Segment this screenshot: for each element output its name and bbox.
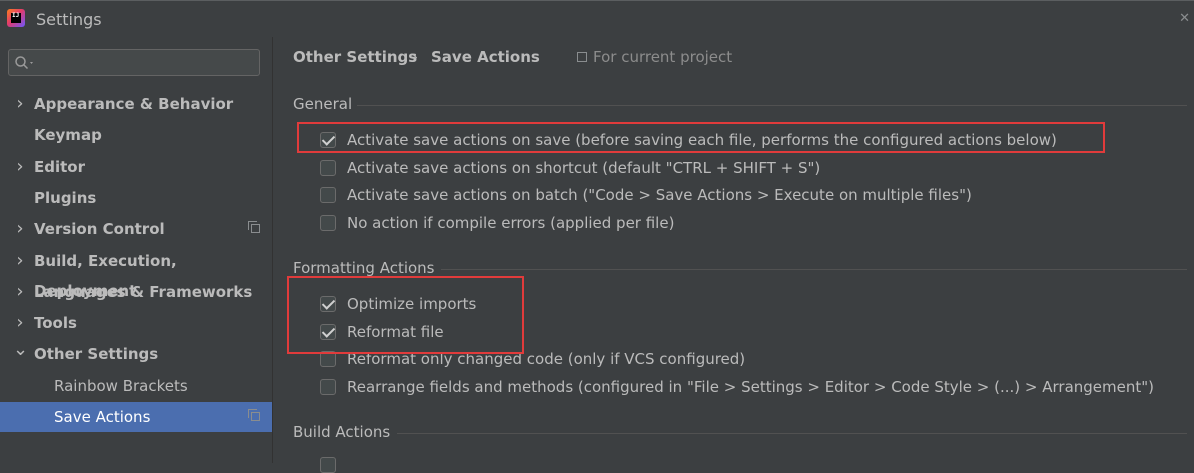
sidebar-item-appearance-behavior[interactable]: › Appearance & Behavior [0, 89, 272, 119]
settings-content: Other Settings › Save Actions For curren… [273, 37, 1194, 473]
checkbox-unchecked[interactable] [320, 159, 336, 176]
section-divider [357, 105, 1187, 106]
sidebar-item-label: Languages & Frameworks [34, 282, 253, 301]
sidebar-item-label: Plugins [34, 188, 97, 207]
sidebar-item-label: Keymap [34, 126, 102, 145]
sidebar-item-label: Rainbow Brackets [54, 376, 188, 395]
section-general-title: General [293, 95, 353, 113]
scope-label: For current project [593, 48, 733, 66]
option-label: Activate save actions on batch ("Code > … [347, 186, 972, 205]
checkbox-unchecked[interactable] [320, 215, 336, 232]
general-option-0[interactable]: Activate save actions on save (before sa… [320, 128, 1180, 152]
title-bar: IJ Settings ✕ [0, 0, 1194, 37]
project-scope-icon [577, 52, 587, 62]
section-formatting-title: Formatting Actions [293, 259, 435, 277]
sidebar-item-editor[interactable]: › Editor [0, 152, 272, 182]
project-scope-icon [248, 409, 260, 421]
window-title: Settings [36, 10, 102, 29]
chevron-right-icon[interactable]: › [13, 214, 27, 244]
general-option-1[interactable]: Activate save actions on shortcut (defau… [320, 156, 1180, 180]
chevron-right-icon[interactable]: › [13, 152, 27, 182]
search-input[interactable] [8, 49, 260, 76]
breadcrumb-separator: › [412, 48, 418, 66]
option-label: No action if compile errors (applied per… [347, 214, 675, 233]
sidebar-item-save-actions[interactable]: Save Actions [0, 402, 272, 432]
section-build-title: Build Actions [293, 423, 391, 441]
sidebar-item-label: Tools [34, 314, 77, 333]
sidebar-item-rainbow-brackets[interactable]: Rainbow Brackets [0, 371, 272, 401]
option-label: Optimize imports [347, 295, 477, 313]
section-divider [441, 269, 1187, 270]
sidebar-item-label: Other Settings [34, 345, 159, 364]
breadcrumb-parent[interactable]: Other Settings [293, 48, 417, 66]
sidebar-item-build-execution-deployment[interactable]: › Build, Execution, Deployment [0, 246, 272, 300]
sidebar-item-tools[interactable]: › Tools [0, 308, 272, 338]
formatting-option-3[interactable]: Rearrange fields and methods (configured… [320, 375, 1180, 399]
checkbox-checked[interactable] [320, 296, 336, 312]
option-label: Reformat file [347, 322, 444, 341]
close-icon[interactable]: ✕ [1179, 11, 1190, 26]
sidebar-item-label: Save Actions [54, 408, 151, 426]
option-label: Rearrange fields and methods (configured… [347, 378, 1155, 397]
option-label: Activate save actions on save (before sa… [347, 131, 1057, 149]
sidebar-item-languages-frameworks[interactable]: › Languages & Frameworks [0, 277, 272, 307]
formatting-option-1[interactable]: Reformat file [320, 320, 1180, 344]
chevron-right-icon[interactable]: › [13, 277, 27, 307]
sidebar-item-version-control[interactable]: › Version Control [0, 214, 272, 244]
sidebar-item-plugins[interactable]: Plugins [0, 183, 272, 213]
general-option-3[interactable]: No action if compile errors (applied per… [320, 211, 1180, 235]
breadcrumb-current: Save Actions [431, 48, 540, 66]
build-option-checkbox[interactable] [320, 457, 336, 473]
formatting-option-2[interactable]: Reformat only changed code (only if VCS … [320, 347, 1180, 371]
sidebar-item-label: Version Control [34, 220, 165, 239]
settings-sidebar: › Appearance & Behavior Keymap › Editor Plugi… [0, 37, 272, 463]
option-label: Activate save actions on shortcut (defau… [347, 158, 821, 177]
option-label: Reformat only changed code (only if VCS … [347, 350, 746, 369]
project-scope-icon [248, 221, 260, 234]
intellij-logo-icon: IJ [7, 9, 25, 27]
checkbox-unchecked[interactable] [320, 351, 336, 368]
section-divider [397, 433, 1187, 434]
search-icon [15, 56, 33, 70]
sidebar-item-label: Appearance & Behavior [34, 95, 234, 113]
chevron-right-icon[interactable]: › [13, 89, 27, 119]
chevron-right-icon[interactable]: › [13, 308, 27, 338]
sidebar-item-label: Editor [34, 157, 85, 176]
sidebar-item-other-settings[interactable]: ⌄ Other Settings [0, 339, 272, 369]
general-option-2[interactable]: Activate save actions on batch ("Code > … [320, 183, 1180, 207]
formatting-option-0[interactable]: Optimize imports [320, 292, 1180, 316]
chevron-right-icon[interactable]: › [13, 246, 27, 276]
checkbox-checked[interactable] [320, 132, 336, 148]
checkbox-unchecked[interactable] [320, 379, 336, 396]
sidebar-item-keymap[interactable]: Keymap [0, 120, 272, 150]
checkbox-unchecked[interactable] [320, 187, 336, 204]
checkbox-checked[interactable] [320, 323, 336, 340]
chevron-down-icon[interactable]: ⌄ [13, 339, 28, 361]
